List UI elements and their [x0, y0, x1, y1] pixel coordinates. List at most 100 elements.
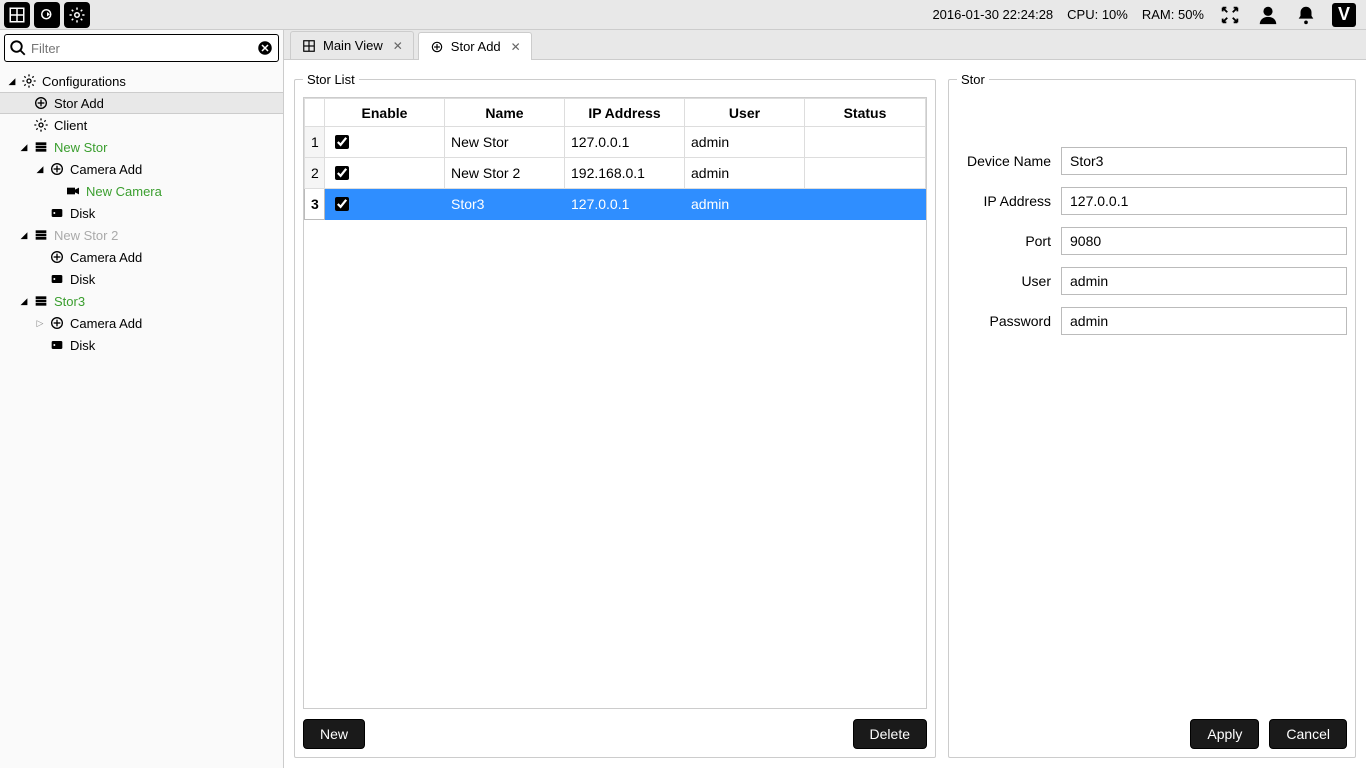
disk-icon — [48, 270, 66, 288]
tree-stor3[interactable]: ◢ Stor3 — [0, 290, 283, 312]
enable-checkbox[interactable] — [335, 197, 349, 211]
main-area: Main View ✕ Stor Add ✕ Stor List — [284, 30, 1366, 768]
tab-label: Main View — [323, 38, 383, 53]
fullscreen-icon[interactable] — [1218, 3, 1242, 27]
tree-new-stor[interactable]: ◢ New Stor — [0, 136, 283, 158]
tree-disk-2[interactable]: Disk — [0, 268, 283, 290]
port-input[interactable] — [1061, 227, 1347, 255]
tree-label: Client — [52, 118, 87, 133]
plus-circle-icon — [48, 160, 66, 178]
tree-disk-1[interactable]: Disk — [0, 202, 283, 224]
cell-user: admin — [685, 189, 805, 220]
search-icon — [9, 39, 27, 57]
bell-icon[interactable] — [1294, 3, 1318, 27]
device-name-input[interactable] — [1061, 147, 1347, 175]
tab-main-view[interactable]: Main View ✕ — [290, 31, 414, 59]
close-icon[interactable]: ✕ — [393, 39, 403, 53]
stor-list-group: Stor List Enable Name IP Address — [294, 72, 936, 758]
tree-label: Stor Add — [52, 96, 104, 111]
cell-ip: 192.168.0.1 — [565, 158, 685, 189]
password-input[interactable] — [1061, 307, 1347, 335]
user-input[interactable] — [1061, 267, 1347, 295]
tree-camera-add-3[interactable]: ▷ Camera Add — [0, 312, 283, 334]
storage-icon — [32, 226, 50, 244]
grid-icon[interactable] — [4, 2, 30, 28]
disk-icon — [48, 204, 66, 222]
password-label: Password — [957, 313, 1061, 329]
clear-filter-icon[interactable] — [256, 39, 274, 57]
row-number: 3 — [305, 189, 325, 220]
delete-button[interactable]: Delete — [853, 719, 927, 749]
col-name: Name — [445, 99, 565, 127]
stor-form: Device Name IP Address Port User — [957, 147, 1347, 709]
col-status: Status — [805, 99, 926, 127]
tab-stor-add[interactable]: Stor Add ✕ — [418, 32, 532, 60]
gear-icon[interactable] — [64, 2, 90, 28]
v-logo-icon[interactable]: V — [1332, 3, 1356, 27]
tree-label: New Stor 2 — [52, 228, 118, 243]
tree-label: Camera Add — [68, 316, 142, 331]
tree-new-stor2[interactable]: ◢ New Stor 2 — [0, 224, 283, 246]
col-ip: IP Address — [565, 99, 685, 127]
cell-ip: 127.0.0.1 — [565, 127, 685, 158]
filter-input[interactable] — [27, 41, 256, 56]
search-view-icon[interactable] — [34, 2, 60, 28]
expand-icon[interactable]: ◢ — [18, 230, 30, 241]
new-button[interactable]: New — [303, 719, 365, 749]
expand-icon[interactable]: ▷ — [34, 318, 46, 329]
enable-checkbox[interactable] — [335, 166, 349, 180]
storage-icon — [32, 292, 50, 310]
tree-camera-add-1[interactable]: ◢ Camera Add — [0, 158, 283, 180]
table-row[interactable]: 3 Stor3 127.0.0.1 admin — [305, 189, 926, 220]
stor-table-wrap: Enable Name IP Address User Status 1 — [303, 97, 927, 709]
camera-icon — [64, 182, 82, 200]
datetime-label: 2016-01-30 22:24:28 — [932, 7, 1053, 22]
table-row[interactable]: 2 New Stor 2 192.168.0.1 admin — [305, 158, 926, 189]
close-icon[interactable]: ✕ — [511, 40, 521, 54]
gear-icon — [32, 116, 50, 134]
expand-icon[interactable]: ◢ — [6, 76, 18, 87]
expand-icon[interactable]: ◢ — [18, 142, 30, 153]
tree-disk-3[interactable]: Disk — [0, 334, 283, 356]
ram-label: RAM: 50% — [1142, 7, 1204, 22]
tree-label: New Camera — [84, 184, 162, 199]
cancel-button[interactable]: Cancel — [1269, 719, 1347, 749]
nav-tree: ◢ Configurations Stor Add Client ◢ New S… — [0, 66, 283, 768]
stor-table: Enable Name IP Address User Status 1 — [304, 98, 926, 220]
gear-icon — [20, 72, 38, 90]
tree-new-camera[interactable]: New Camera — [0, 180, 283, 202]
tree-label: New Stor — [52, 140, 107, 155]
stor-form-group: Stor Device Name IP Address Port — [948, 72, 1356, 758]
cell-status — [805, 158, 926, 189]
cell-name: New Stor — [445, 127, 565, 158]
enable-checkbox[interactable] — [335, 135, 349, 149]
stor-list-legend: Stor List — [303, 72, 359, 87]
expand-icon[interactable]: ◢ — [34, 164, 46, 175]
port-label: Port — [957, 233, 1061, 249]
tree-label: Configurations — [40, 74, 126, 89]
cell-name: Stor3 — [445, 189, 565, 220]
cpu-label: CPU: 10% — [1067, 7, 1128, 22]
ip-input[interactable] — [1061, 187, 1347, 215]
tree-client[interactable]: Client — [0, 114, 283, 136]
table-row[interactable]: 1 New Stor 127.0.0.1 admin — [305, 127, 926, 158]
disk-icon — [48, 336, 66, 354]
tree-camera-add-2[interactable]: Camera Add — [0, 246, 283, 268]
tree-label: Camera Add — [68, 162, 142, 177]
tree-label: Disk — [68, 338, 95, 353]
user-icon[interactable] — [1256, 3, 1280, 27]
top-toolbar: 2016-01-30 22:24:28 CPU: 10% RAM: 50% V — [0, 0, 1366, 30]
tree-configurations[interactable]: ◢ Configurations — [0, 70, 283, 92]
row-number: 2 — [305, 158, 325, 189]
plus-circle-icon — [48, 248, 66, 266]
plus-circle-icon — [429, 39, 445, 55]
expand-icon[interactable]: ◢ — [18, 296, 30, 307]
apply-button[interactable]: Apply — [1190, 719, 1259, 749]
device-name-label: Device Name — [957, 153, 1061, 169]
row-number: 1 — [305, 127, 325, 158]
storage-icon — [32, 138, 50, 156]
col-user: User — [685, 99, 805, 127]
tab-label: Stor Add — [451, 39, 501, 54]
tree-stor-add[interactable]: Stor Add — [0, 92, 283, 114]
user-label: User — [957, 273, 1061, 289]
